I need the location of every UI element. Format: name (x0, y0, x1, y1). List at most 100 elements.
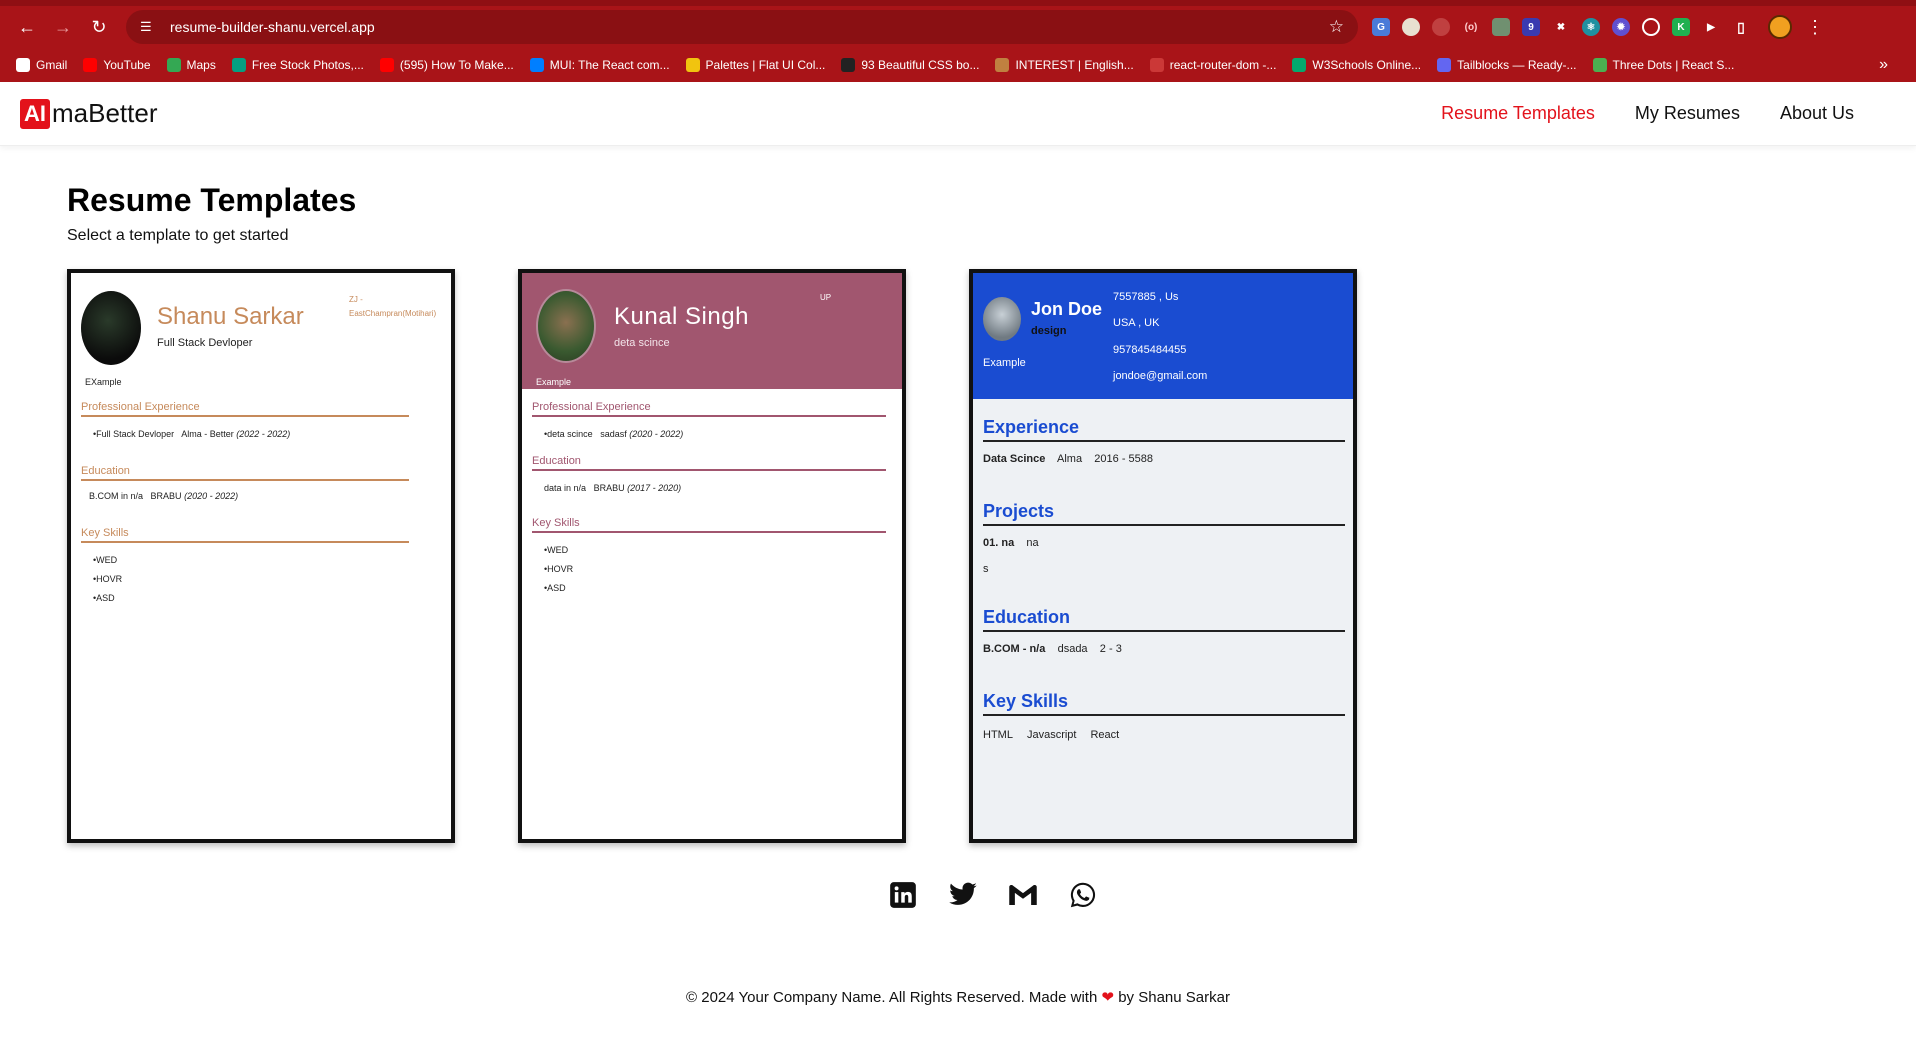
experience-title: Data Scince (983, 453, 1046, 465)
bookmark-item[interactable]: Palettes | Flat UI Col... (678, 58, 834, 72)
logo[interactable]: AI maBetter (20, 98, 158, 129)
experience-line: Data Scince Alma 2016 - 5588 (983, 453, 1153, 465)
experience-title: •Full Stack Devloper (93, 429, 175, 439)
bookmark-item[interactable]: W3Schools Online... (1284, 58, 1429, 72)
section-skills: Key Skills (532, 517, 886, 533)
bookmark-star-icon[interactable]: ☆ (1329, 17, 1344, 37)
linkedin-icon[interactable] (888, 880, 918, 910)
education-degree: data in n/a (544, 483, 587, 493)
browser-chrome: ← → ↻ ☰ resume-builder-shanu.vercel.app … (0, 0, 1916, 82)
bookmark-favicon-icon (841, 58, 856, 72)
nav-my-resumes[interactable]: My Resumes (1635, 103, 1740, 124)
section-experience: Professional Experience (532, 401, 886, 417)
project-title: 01. na (983, 537, 1015, 549)
project-desc: na (1026, 537, 1039, 549)
resume-summary: Example (983, 357, 1026, 369)
skill-item: •HOVR (544, 564, 574, 574)
extension-icon[interactable]: (o) (1462, 18, 1480, 36)
address-bar[interactable]: ☰ resume-builder-shanu.vercel.app ☆ (126, 10, 1358, 44)
bookmark-item[interactable]: YouTube (75, 58, 158, 72)
education-degree: B.COM in n/a (89, 491, 144, 501)
extension-icon[interactable] (1492, 18, 1510, 36)
bookmark-favicon-icon (83, 58, 98, 72)
section-skills: Key Skills (81, 527, 409, 543)
bookmark-item[interactable]: Free Stock Photos,... (224, 58, 372, 72)
main-nav: Resume Templates My Resumes About Us (1441, 103, 1896, 124)
extension-icon[interactable] (1402, 18, 1420, 36)
template-card-3[interactable]: Jon Doe design Example 7557885 , Us USA … (969, 269, 1357, 843)
bookmark-item[interactable]: 93 Beautiful CSS bo... (833, 58, 987, 72)
nav-about-us[interactable]: About Us (1780, 103, 1854, 124)
section-projects: Projects (983, 501, 1345, 526)
bookmarks-more-icon[interactable]: » (1879, 56, 1908, 74)
profile-avatar[interactable] (1768, 15, 1792, 39)
contact-line: 957845484455 (1113, 344, 1187, 356)
bookmark-item[interactable]: MUI: The React com... (522, 58, 678, 72)
translate-extension-icon[interactable]: G (1372, 18, 1390, 36)
resume-summary: EXample (85, 377, 122, 387)
bookmark-label: react-router-dom -... (1169, 58, 1277, 72)
bookmark-favicon-icon (995, 58, 1010, 72)
skill-item: •ASD (93, 593, 115, 603)
bookmark-label: Free Stock Photos,... (251, 58, 364, 72)
copyright: © 2024 Your Company Name. All Rights Res… (0, 988, 1916, 1006)
avatar (536, 289, 596, 363)
extension-icon[interactable]: ✹ (1612, 18, 1630, 36)
template-card-2[interactable]: Kunal Singh deta scince UP Example Profe… (518, 269, 906, 843)
section-skills: Key Skills (983, 691, 1345, 716)
gmail-icon[interactable] (1008, 880, 1038, 910)
education-line: B.COM in n/a BRABU (2020 - 2022) (89, 491, 238, 501)
extension-icon[interactable] (1642, 18, 1660, 36)
react-devtools-icon[interactable]: ⚛ (1582, 18, 1600, 36)
bookmark-label: 93 Beautiful CSS bo... (861, 58, 980, 72)
bookmark-label: (595) How To Make... (399, 58, 514, 72)
skills-list: HTML Javascript React (983, 729, 1119, 741)
forward-icon[interactable]: → (46, 10, 80, 44)
menu-kebab-icon[interactable]: ⋮ (1806, 17, 1824, 38)
template-grid: Shanu Sarkar Full Stack Devloper ZJ - Ea… (67, 269, 1916, 843)
social-links (0, 880, 1916, 910)
education-line: data in n/a BRABU (2017 - 2020) (544, 483, 681, 493)
education-line: B.COM - n/a dsada 2 - 3 (983, 643, 1122, 655)
project-line: 01. na na (983, 537, 1039, 549)
experience-dates: 2016 - 5588 (1094, 453, 1154, 465)
contact-email: jondoe@gmail.com (1113, 370, 1208, 382)
bookmark-favicon-icon (1592, 58, 1607, 72)
extension-icon[interactable]: K (1672, 18, 1690, 36)
experience-dates: (2022 - 2022) (236, 429, 291, 439)
extensions-puzzle-icon[interactable]: ▯ (1732, 18, 1750, 36)
bookmark-favicon-icon (529, 58, 544, 72)
section-education: Education (983, 607, 1345, 632)
experience-title: •deta scince (544, 429, 593, 439)
skill-item: •ASD (544, 583, 566, 593)
reload-icon[interactable]: ↻ (82, 10, 116, 44)
bookmark-item[interactable]: react-router-dom -... (1142, 58, 1285, 72)
skill-item: •WED (93, 555, 118, 565)
bookmark-item[interactable]: Gmail (8, 58, 75, 72)
resume-name: Shanu Sarkar (157, 303, 304, 330)
bookmark-item[interactable]: (595) How To Make... (372, 58, 522, 72)
url-text[interactable]: resume-builder-shanu.vercel.app (170, 19, 1329, 35)
logo-mark: AI (20, 98, 50, 129)
logo-text: maBetter (52, 98, 158, 128)
extension-icon[interactable] (1432, 18, 1450, 36)
back-icon[interactable]: ← (10, 10, 44, 44)
bookmark-item[interactable]: INTEREST | English... (987, 58, 1141, 72)
extension-icon[interactable]: ✖ (1552, 18, 1570, 36)
bookmarks-bar: Gmail YouTube Maps Free Stock Photos,... (59… (0, 48, 1916, 82)
nav-resume-templates[interactable]: Resume Templates (1441, 103, 1595, 124)
bookmark-item[interactable]: Tailblocks — Ready-... (1429, 58, 1584, 72)
bookmark-label: Palettes | Flat UI Col... (705, 58, 826, 72)
extension-icon[interactable]: 9 (1522, 18, 1540, 36)
site-settings-icon[interactable]: ☰ (140, 19, 160, 35)
whatsapp-icon[interactable] (1068, 880, 1098, 910)
bookmark-item[interactable]: Three Dots | React S... (1585, 58, 1743, 72)
template-card-1[interactable]: Shanu Sarkar Full Stack Devloper ZJ - Ea… (67, 269, 455, 843)
education-org: BRABU (593, 483, 625, 493)
extension-icon[interactable]: ▶ (1702, 18, 1720, 36)
copyright-author: by Shanu Sarkar (1118, 989, 1230, 1006)
bookmark-item[interactable]: Maps (159, 58, 224, 72)
education-org: dsada (1057, 643, 1088, 655)
twitter-icon[interactable] (948, 880, 978, 910)
bookmark-label: Three Dots | React S... (1612, 58, 1735, 72)
